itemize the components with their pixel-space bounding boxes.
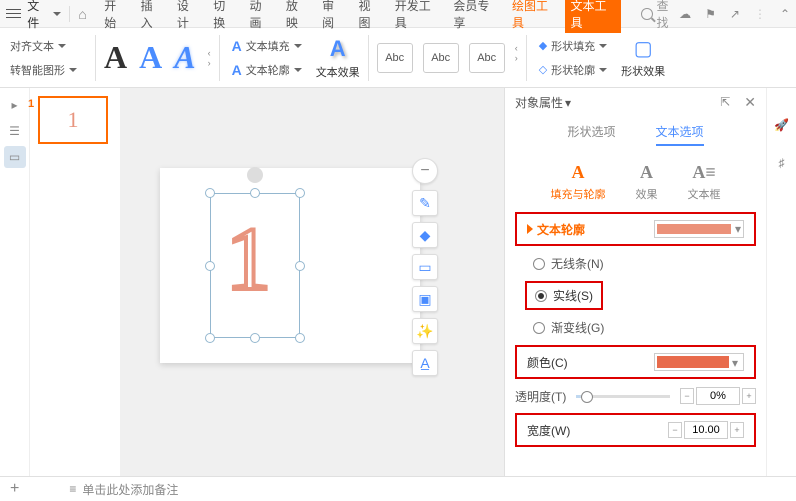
opacity-increase[interactable]: + [742, 388, 756, 404]
share-icon[interactable]: ↗ [730, 7, 740, 21]
close-icon[interactable]: ✕ [744, 94, 756, 111]
tab-dev[interactable]: 开发工具 [389, 0, 446, 33]
opacity-label: 透明度(T) [515, 388, 566, 405]
outline-view-icon[interactable]: ▸ [4, 94, 26, 116]
search-icon [641, 8, 652, 20]
tab-review[interactable]: 审阅 [316, 0, 350, 33]
align-text-button[interactable]: 对齐文本 [6, 36, 81, 56]
settings-slider-icon[interactable]: ♯ [779, 156, 785, 170]
opacity-decrease[interactable]: − [680, 388, 694, 404]
shape-style-3[interactable]: Abc [469, 43, 505, 73]
width-label: 宽度(W) [527, 422, 570, 439]
radio-gradient-line[interactable]: 渐变线(G) [505, 314, 766, 341]
tab-member[interactable]: 会员专享 [447, 0, 504, 33]
tab-animation[interactable]: 动画 [244, 0, 278, 33]
shape-fill-button[interactable]: ◆形状填充 [535, 36, 611, 56]
flag-icon[interactable]: ⚑ [705, 7, 716, 21]
thumbnail-view-icon[interactable]: ▭ [4, 146, 26, 168]
width-decrease[interactable]: − [668, 422, 682, 438]
shape-outline-button[interactable]: ◇形状轮廓 [535, 60, 611, 80]
color-label: 颜色(C) [527, 354, 568, 371]
resize-handle[interactable] [250, 188, 260, 198]
notes-placeholder[interactable]: 单击此处添加备注 [82, 481, 178, 498]
panel-title: 对象属性 [515, 94, 563, 111]
shape-style-1[interactable]: Abc [377, 43, 413, 73]
resize-handle[interactable] [205, 261, 215, 271]
text-tool-icon[interactable]: A̲ [412, 350, 438, 376]
text-outline-button[interactable]: A文本轮廓 [228, 60, 306, 80]
fill-tool-icon[interactable]: ◆ [412, 222, 438, 248]
tab-slideshow[interactable]: 放映 [280, 0, 314, 33]
section-text-outline[interactable]: 文本轮廓 [537, 221, 585, 238]
pin-icon[interactable]: ⇱ [720, 95, 736, 111]
search-button[interactable]: 查找 [641, 0, 679, 31]
width-input[interactable] [684, 421, 728, 439]
resize-handle[interactable] [295, 261, 305, 271]
rotate-handle[interactable] [247, 167, 263, 183]
resize-handle[interactable] [295, 333, 305, 343]
smart-graphic-button[interactable]: 转智能图形 [6, 60, 81, 80]
shape-effects-button[interactable]: ▢ 形状效果 [621, 36, 665, 79]
opacity-input[interactable] [696, 387, 740, 405]
tab-shape-options[interactable]: 形状选项 [567, 123, 615, 146]
wordart-style-2[interactable]: A [139, 39, 162, 76]
minus-tool-icon[interactable]: − [412, 158, 438, 184]
slide-canvas[interactable]: 1 − ✎ ◆ ▭ ▣ ✨ A̲ [160, 168, 420, 363]
collapse-ribbon-icon[interactable]: ⌃ [780, 7, 790, 21]
opacity-slider[interactable] [576, 395, 670, 398]
pen-tool-icon[interactable]: ✎ [412, 190, 438, 216]
file-menu-button[interactable]: 文件 [27, 0, 61, 31]
resize-handle[interactable] [205, 188, 215, 198]
radio-no-line[interactable]: 无线条(N) [505, 250, 766, 277]
hamburger-menu-icon[interactable] [6, 9, 21, 18]
wordart-style-1[interactable]: A [104, 39, 127, 76]
subtab-textbox[interactable]: A≡文本框 [688, 162, 721, 202]
tab-insert[interactable]: 插入 [135, 0, 169, 33]
shape-style-2[interactable]: Abc [423, 43, 459, 73]
selected-textbox[interactable]: 1 [210, 193, 300, 338]
slide-thumbnail-1[interactable]: 1 1 [38, 96, 108, 144]
resize-handle[interactable] [250, 333, 260, 343]
subtab-fill-outline[interactable]: A填充与轮廓 [551, 162, 606, 202]
text-effects-button[interactable]: A 文本效果 [316, 36, 360, 80]
slide-number: 1 [28, 98, 34, 110]
list-view-icon[interactable]: ☰ [4, 120, 26, 142]
tab-start[interactable]: 开始 [98, 0, 132, 33]
shape-tool-icon[interactable]: ▭ [412, 254, 438, 280]
subtab-effects[interactable]: A效果 [636, 162, 658, 202]
resize-handle[interactable] [295, 188, 305, 198]
text-fill-button[interactable]: A文本填充 [228, 36, 306, 56]
tab-design[interactable]: 设计 [171, 0, 205, 33]
layer-tool-icon[interactable]: ▣ [412, 286, 438, 312]
resize-handle[interactable] [205, 333, 215, 343]
tab-view[interactable]: 视图 [352, 0, 386, 33]
width-increase[interactable]: + [730, 422, 744, 438]
expand-triangle-icon[interactable] [527, 224, 533, 234]
tab-drawing-tools[interactable]: 绘图工具 [506, 0, 563, 33]
notes-icon: ≡ [69, 482, 76, 496]
tab-transition[interactable]: 切换 [207, 0, 241, 33]
wordart-style-3[interactable]: A [174, 39, 195, 76]
color-picker[interactable]: ▾ [654, 353, 744, 371]
tab-text-tools[interactable]: 文本工具 [565, 0, 622, 33]
add-slide-button[interactable]: + [10, 480, 19, 498]
tab-text-options[interactable]: 文本选项 [656, 123, 704, 146]
cloud-icon[interactable]: ☁ [679, 7, 691, 21]
rocket-icon[interactable]: 🚀 [774, 118, 789, 132]
outline-color-preview[interactable]: ▾ [654, 220, 744, 238]
radio-solid-line[interactable] [535, 290, 547, 302]
magic-tool-icon[interactable]: ✨ [412, 318, 438, 344]
home-icon[interactable]: ⌂ [78, 6, 86, 22]
